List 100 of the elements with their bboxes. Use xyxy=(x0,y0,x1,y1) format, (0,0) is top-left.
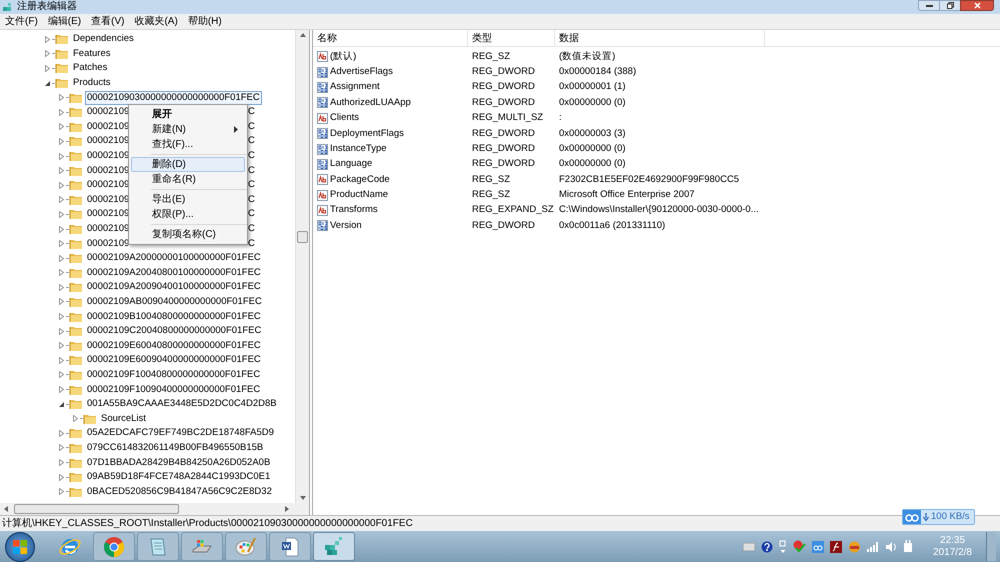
expand-arrow-icon[interactable] xyxy=(58,152,65,160)
tree-item[interactable]: 00002109 xyxy=(85,178,132,192)
tree-item[interactable]: 00002109C20040800000000000F01FEC xyxy=(85,324,264,338)
context-menu-item[interactable]: 复制项名称(C) xyxy=(131,227,245,242)
tree-item[interactable]: 00002109 xyxy=(85,120,132,134)
expand-arrow-icon[interactable] xyxy=(58,328,65,335)
tree-item[interactable]: 09AB59D18F4FCE748A2844C1993DC0E1 xyxy=(85,470,272,484)
expand-arrow-icon[interactable] xyxy=(58,123,65,130)
restore-button[interactable] xyxy=(940,0,960,11)
context-menu-item[interactable]: 新建(N) xyxy=(131,122,245,137)
tree-item[interactable]: 00002109 xyxy=(85,207,132,222)
scroll-thumb[interactable] xyxy=(297,230,308,242)
tree-item[interactable]: 079CC614832061149B00FB496550B15B xyxy=(85,440,266,455)
expand-arrow-icon[interactable] xyxy=(58,313,65,320)
tree-item[interactable]: Products xyxy=(71,76,112,90)
expand-arrow-icon[interactable] xyxy=(58,108,65,116)
expand-arrow-icon[interactable] xyxy=(44,50,51,58)
expand-arrow-icon[interactable] xyxy=(58,94,65,102)
tree-item[interactable]: Patches xyxy=(71,61,110,76)
expand-arrow-icon[interactable] xyxy=(58,182,65,189)
expand-arrow-icon[interactable] xyxy=(58,196,65,204)
tree-item[interactable]: 05A2EDCAFC79EF749BC2DE18748FA5D9 xyxy=(85,426,276,440)
expand-arrow-icon[interactable] xyxy=(44,36,51,43)
expand-arrow-icon[interactable] xyxy=(58,226,65,233)
tree-item[interactable]: 001A55BA9CAAAE3448E5D2DC0C4D2D8B xyxy=(85,397,279,412)
menu-item[interactable]: 帮助(H) xyxy=(182,14,227,28)
expand-arrow-icon[interactable] xyxy=(58,298,65,306)
show-desktop-button[interactable] xyxy=(986,532,996,561)
tree-item[interactable]: 00002109 xyxy=(85,222,132,236)
menu-item[interactable]: 收藏夹(A) xyxy=(129,14,183,28)
expand-arrow-icon[interactable] xyxy=(58,240,65,248)
value-name[interactable]: Clients xyxy=(330,111,360,126)
expand-arrow-icon[interactable] xyxy=(58,210,65,218)
value-name[interactable]: AuthorizedLUAApp xyxy=(330,96,411,110)
value-name[interactable]: PackageCode xyxy=(330,172,390,187)
value-name[interactable]: Version xyxy=(330,218,362,234)
tree-item[interactable]: 0BACED520856C9B41847A56C9C2E8D32 xyxy=(85,484,274,499)
scroll-thumb[interactable] xyxy=(14,504,179,514)
expand-arrow-icon[interactable] xyxy=(58,371,65,378)
value-name[interactable]: DeploymentFlags xyxy=(330,126,404,141)
vertical-scrollbar[interactable] xyxy=(295,30,309,503)
column-header[interactable]: 名称 xyxy=(313,30,468,46)
minimize-button[interactable] xyxy=(918,0,940,11)
taskbar-app-button[interactable] xyxy=(313,532,355,561)
context-menu-item[interactable]: 删除(D) xyxy=(131,157,245,172)
tree-item[interactable]: 00002109 xyxy=(85,164,132,178)
tree-item[interactable]: 00002109 xyxy=(85,192,132,207)
start-button[interactable] xyxy=(5,532,35,562)
collapse-arrow-icon[interactable] xyxy=(58,400,65,408)
value-name[interactable]: Language xyxy=(330,157,372,172)
expand-arrow-icon[interactable] xyxy=(58,386,65,394)
expand-arrow-icon[interactable] xyxy=(44,64,51,72)
expand-arrow-icon[interactable] xyxy=(58,284,65,291)
context-menu-item[interactable]: 重命名(R) xyxy=(131,172,245,187)
tree-item[interactable]: 00002109 xyxy=(85,236,132,251)
close-button[interactable] xyxy=(960,0,994,11)
tree-item[interactable]: 00002109 xyxy=(85,105,132,120)
expand-arrow-icon[interactable] xyxy=(58,430,65,437)
tree-item[interactable]: SourceList xyxy=(99,412,148,426)
tree-item[interactable]: Features xyxy=(71,46,112,61)
expand-arrow-icon[interactable] xyxy=(58,356,65,364)
value-name[interactable]: Transforms xyxy=(330,203,378,218)
expand-arrow-icon[interactable] xyxy=(58,167,65,174)
context-menu-item[interactable]: 权限(P)... xyxy=(131,207,245,222)
tree-item[interactable]: 00002109 xyxy=(85,134,132,148)
context-menu-item[interactable]: 展开 xyxy=(131,107,245,122)
value-name[interactable]: InstanceType xyxy=(330,142,387,156)
column-header[interactable]: 数据 xyxy=(555,30,765,46)
expand-arrow-icon[interactable] xyxy=(72,415,79,422)
tree-item[interactable]: 00002109A20090400100000000F01FEC xyxy=(85,280,263,294)
tree-item[interactable]: 00002109AB0090400000000000F01FEC xyxy=(85,294,264,309)
tree-item[interactable]: 00002109 xyxy=(85,149,132,164)
tree-item[interactable]: 07D1BBADA28429B4B84250A26D052A0B xyxy=(85,456,272,470)
menu-item[interactable]: 编辑(E) xyxy=(42,14,86,28)
tree-item[interactable]: 00002109F10040800000000000F01FEC xyxy=(85,368,262,382)
column-header[interactable]: 类型 xyxy=(468,30,555,46)
expand-arrow-icon[interactable] xyxy=(58,488,65,496)
expand-arrow-icon[interactable] xyxy=(58,474,65,481)
context-menu-item[interactable]: 导出(E) xyxy=(131,192,245,207)
tree-item[interactable]: 00002109A20000000100000000F01FEC xyxy=(85,251,263,266)
tree-item[interactable]: 00002109B10040800000000000F01FEC xyxy=(85,310,263,324)
expand-arrow-icon[interactable] xyxy=(58,342,65,350)
taskbar-app-button[interactable] xyxy=(269,532,311,561)
tree-item[interactable]: 00002109030000000000000000F01FEC xyxy=(85,90,262,105)
value-name[interactable]: AdvertiseFlags xyxy=(330,64,393,80)
tree-item[interactable]: 00002109E60040800000000000F01FEC xyxy=(85,338,263,353)
context-menu-item[interactable]: 查找(F)... xyxy=(131,137,245,152)
value-name[interactable]: (默认) xyxy=(330,50,356,64)
tree-item[interactable]: 00002109E60090400000000000F01FEC xyxy=(85,353,263,368)
expand-arrow-icon[interactable] xyxy=(58,254,65,262)
menu-item[interactable]: 文件(F) xyxy=(0,14,43,28)
expand-arrow-icon[interactable] xyxy=(58,269,65,276)
horizontal-scrollbar[interactable] xyxy=(0,503,309,515)
menu-item[interactable]: 查看(V) xyxy=(86,14,130,28)
expand-arrow-icon[interactable] xyxy=(58,459,65,466)
value-name[interactable]: Assignment xyxy=(330,80,380,95)
expand-arrow-icon[interactable] xyxy=(58,444,65,452)
tree-item[interactable]: 00002109F10090400000000000F01FEC xyxy=(85,382,262,397)
collapse-arrow-icon[interactable] xyxy=(44,80,51,87)
tree-item[interactable]: 00002109A20040800100000000F01FEC xyxy=(85,266,263,280)
